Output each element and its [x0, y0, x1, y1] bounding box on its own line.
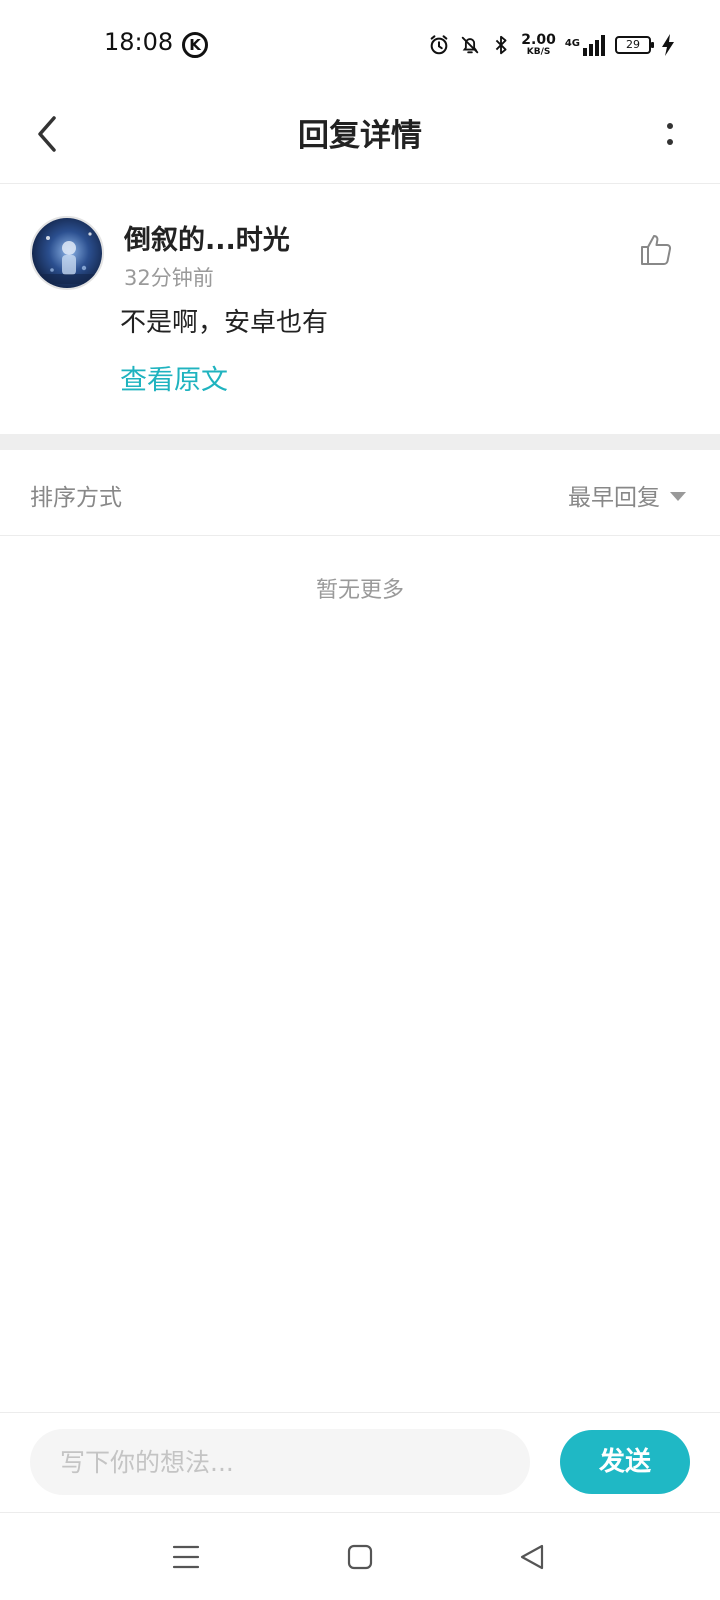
bluetooth-icon: [496, 35, 507, 55]
reply-bar: 发送: [0, 1412, 720, 1512]
battery-icon: 29: [615, 36, 654, 54]
more-options-button[interactable]: [660, 114, 680, 154]
view-original-link[interactable]: 查看原文: [120, 358, 228, 397]
avatar-image: [32, 218, 102, 288]
status-time: 18:08: [104, 28, 174, 56]
reply-input[interactable]: [30, 1429, 530, 1495]
bell-off-icon: [462, 36, 479, 54]
sort-dropdown[interactable]: 最早回复: [568, 478, 686, 512]
comment-card: 倒叙的...时光 32分钟前 不是啊，安卓也有 查看原文: [0, 184, 720, 434]
k-app-icon: K: [182, 32, 208, 58]
status-bar: 18:08 K 2.00 KB/S 4G 29: [0, 0, 720, 90]
network-speed-unit: KB/S: [526, 47, 551, 57]
menu-icon: [172, 1545, 200, 1569]
empty-state-text: 暂无更多: [315, 578, 404, 603]
network-speed-value: 2.00: [521, 32, 556, 48]
like-button[interactable]: [638, 232, 674, 268]
signal-group: 4G: [565, 34, 606, 56]
sort-row: 排序方式 最早回复: [0, 450, 720, 536]
network-type: 4G: [564, 38, 580, 49]
section-divider: [0, 434, 720, 450]
caret-down-icon: [670, 491, 686, 501]
recent-apps-button[interactable]: [164, 1535, 208, 1579]
avatar[interactable]: [30, 216, 104, 290]
sort-selected-value: 最早回复: [568, 485, 660, 511]
thumbs-up-icon: [641, 235, 672, 265]
more-vertical-icon-dot: [667, 139, 673, 145]
system-back-button[interactable]: [510, 1535, 554, 1579]
back-triangle-icon: [520, 1544, 544, 1570]
charging-icon: [662, 34, 674, 56]
comment-content: 不是啊，安卓也有: [120, 308, 329, 338]
home-square-icon: [347, 1544, 373, 1570]
status-icons: 2.00 KB/S 4G 29: [428, 30, 676, 60]
username[interactable]: 倒叙的...时光: [124, 218, 290, 257]
sort-label: 排序方式: [30, 485, 122, 511]
header-bar: 回复详情: [0, 90, 720, 184]
network-speed: 2.00 KB/S: [521, 33, 556, 57]
signal-icon: [583, 35, 605, 56]
alarm-icon: [430, 35, 448, 55]
comment-time: 32分钟前: [124, 266, 214, 290]
send-button[interactable]: 发送: [560, 1430, 690, 1494]
page-title: 回复详情: [298, 118, 422, 154]
home-button[interactable]: [338, 1535, 382, 1579]
more-vertical-icon: [667, 123, 673, 129]
system-nav-bar: [0, 1512, 720, 1600]
